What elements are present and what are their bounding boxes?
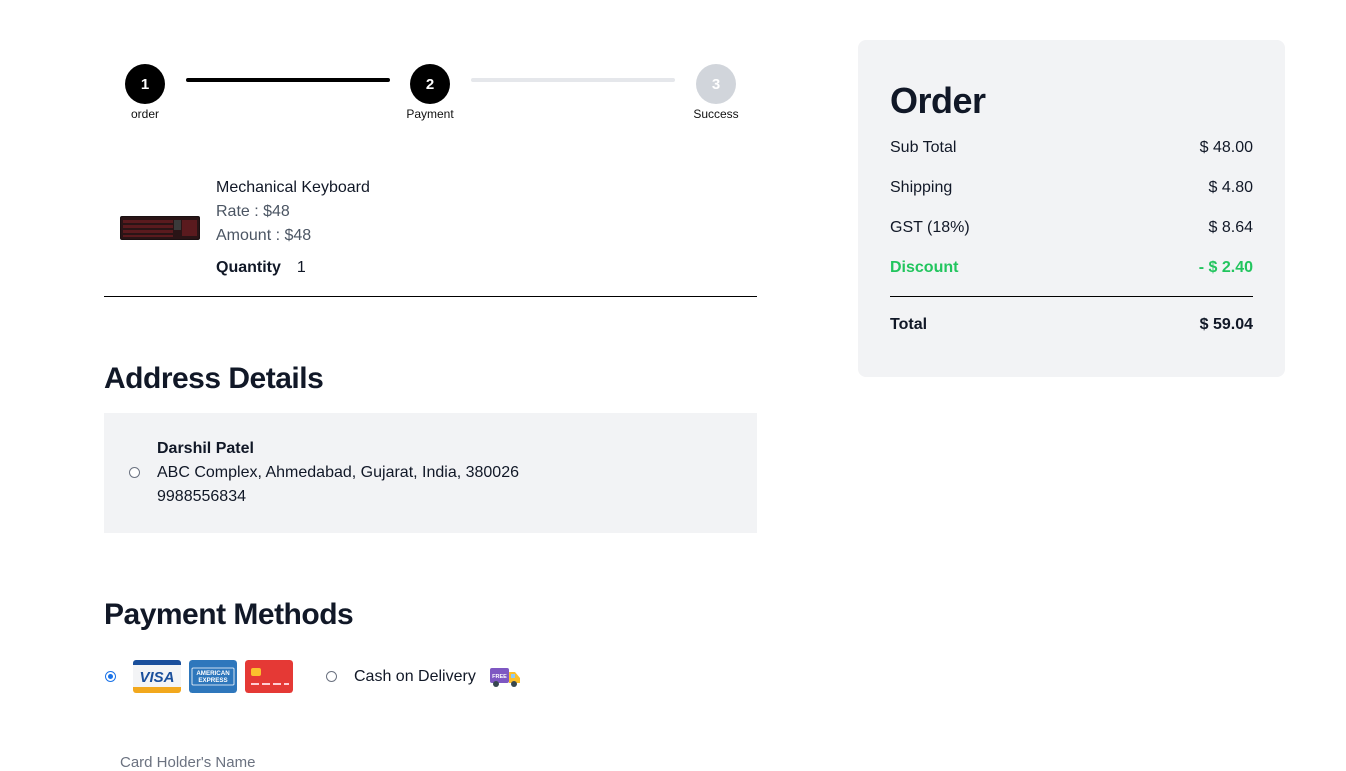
step-number: 3 [696,64,736,104]
subtotal-label: Sub Total [890,139,957,156]
address-line: ABC Complex, Ahmedabad, Gujarat, India, … [157,464,519,481]
step-number: 1 [125,64,165,104]
cart-item: Mechanical Keyboard Rate : $48 Amount : … [104,170,757,297]
step-success: 3 Success [676,64,756,121]
stepper-progress-complete [186,78,390,82]
total-label: Total [890,316,928,333]
payment-methods: VISA AMERICAN EXPRESS Cash on Delivery F… [104,660,757,694]
free-delivery-truck-icon: FREE [490,668,520,687]
address-heading: Address Details [104,362,324,395]
address-card[interactable]: Darshil Patel ABC Complex, Ahmedabad, Gu… [104,413,757,533]
item-rate: Rate : $48 [216,203,290,220]
amex-card-icon: AMERICAN EXPRESS [189,660,237,693]
checkout-stepper: 1 order 2 Payment 3 Success [104,60,757,124]
step-number: 2 [410,64,450,104]
address-name: Darshil Patel [157,440,254,457]
gst-row: GST (18%) $ 8.64 [890,219,1253,237]
quantity-label: Quantity [216,259,281,276]
item-amount: Amount : $48 [216,227,312,244]
address-phone: 9988556834 [157,488,246,505]
item-quantity: Quantity 1 [216,259,306,277]
shipping-value: $ 4.80 [1208,179,1253,196]
step-label: Payment [406,107,454,121]
step-payment: 2 Payment [390,64,470,121]
keyboard-image [120,216,200,240]
discount-row: Discount - $ 2.40 [890,259,1253,277]
order-summary-title: Order [890,80,986,121]
step-order: 1 order [105,64,185,121]
address-radio[interactable] [129,467,140,478]
svg-text:VISA: VISA [139,669,174,686]
cod-payment-radio[interactable] [326,671,337,682]
payment-heading: Payment Methods [104,598,354,631]
order-summary: Order Sub Total $ 48.00 Shipping $ 4.80 … [858,40,1285,377]
step-label: order [130,107,159,121]
card-payment-radio[interactable] [105,671,116,682]
visa-card-icon: VISA [133,660,181,693]
quantity-value: 1 [296,259,306,276]
shipping-label: Shipping [890,179,953,196]
gst-label: GST (18%) [890,219,970,236]
svg-text:EXPRESS: EXPRESS [198,677,227,684]
subtotal-row: Sub Total $ 48.00 [890,139,1253,157]
discount-value: - $ 2.40 [1198,259,1253,276]
total-row: Total $ 59.04 [890,316,1253,334]
gst-value: $ 8.64 [1208,219,1253,236]
credit-card-icon [245,660,293,693]
subtotal-value: $ 48.00 [1199,139,1253,156]
total-value: $ 59.04 [1199,316,1253,333]
svg-text:FREE: FREE [492,674,507,680]
svg-text:AMERICAN: AMERICAN [196,670,230,677]
card-holder-name-label: Card Holder's Name [120,754,256,771]
discount-label: Discount [890,259,959,276]
shipping-row: Shipping $ 4.80 [890,179,1253,197]
summary-divider [890,296,1253,297]
item-name: Mechanical Keyboard [216,179,370,196]
cod-label: Cash on Delivery [354,668,476,685]
step-label: Success [693,107,739,121]
stepper-progress-pending [471,78,675,82]
